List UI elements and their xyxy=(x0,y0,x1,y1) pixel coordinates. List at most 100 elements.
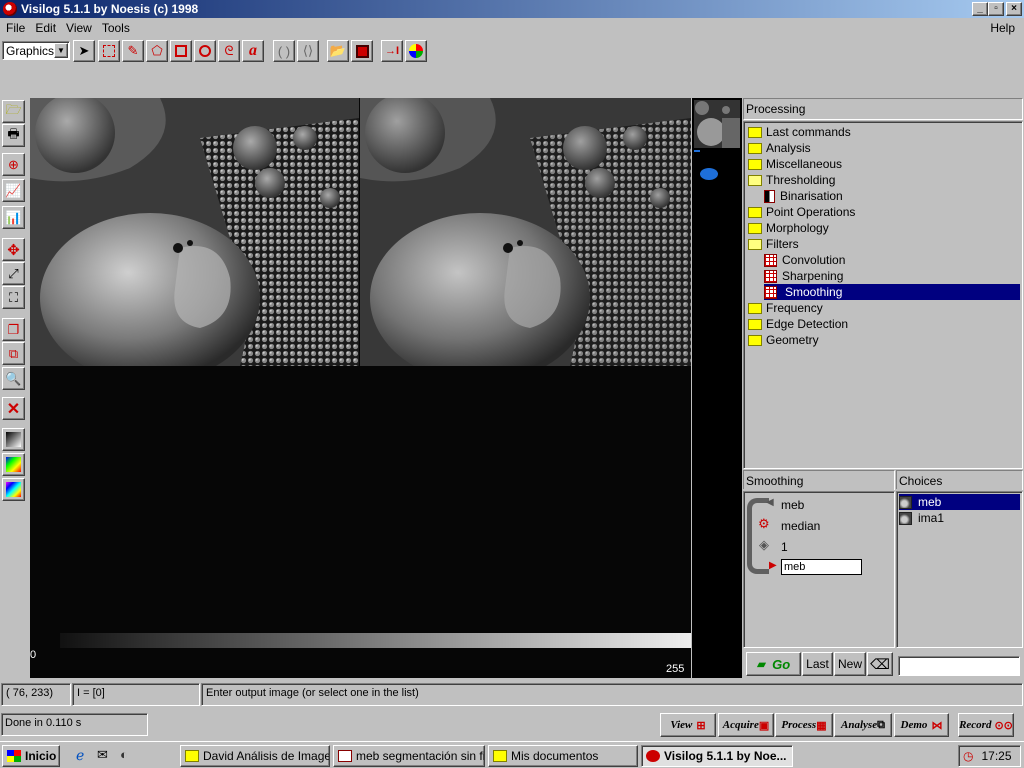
smoothed-image[interactable] xyxy=(360,98,691,366)
record-button[interactable]: Record ⊙⊙ xyxy=(958,713,1014,737)
tree-item-analysis[interactable]: Analysis xyxy=(748,140,811,156)
choices-list[interactable]: meb ima1 xyxy=(896,491,1023,648)
binarisation-icon xyxy=(764,189,775,203)
text-tool-button[interactable]: a xyxy=(242,40,264,62)
tree-item-thresholding[interactable]: Thresholding xyxy=(748,172,835,188)
tree-item-label: Filters xyxy=(766,237,799,251)
task-david[interactable]: David Análisis de Imagen xyxy=(180,745,330,767)
graphics-mode-select[interactable]: Graphics ▼ xyxy=(2,41,70,60)
new-button[interactable]: New xyxy=(834,652,866,676)
arrow-insert-icon: →I xyxy=(384,45,400,57)
rectangle-tool-button[interactable] xyxy=(170,40,192,62)
tree-item-geometry[interactable]: Geometry xyxy=(748,332,819,348)
profile-button[interactable]: 📈 xyxy=(2,179,25,202)
process-button[interactable]: Process ▦ xyxy=(775,713,833,737)
open-image-button[interactable]: 📂 xyxy=(327,40,349,62)
clock[interactable]: 17:25 xyxy=(981,749,1011,763)
target-button[interactable]: ⊕ xyxy=(2,153,25,176)
menu-help[interactable]: Help xyxy=(985,21,1020,35)
thumbnail-meb[interactable] xyxy=(694,100,740,148)
processing-tree[interactable]: Last commands Analysis Miscellaneous Thresh… xyxy=(743,121,1023,469)
tree-item-miscellaneous[interactable]: Miscellaneous xyxy=(748,156,842,172)
zoom-out-button[interactable]: ⟨⟩ xyxy=(297,40,319,62)
original-image[interactable] xyxy=(30,98,359,366)
task-visilog[interactable]: Visilog 5.1.1 by Noe... xyxy=(641,745,793,767)
tree-item-filters[interactable]: Filters xyxy=(748,236,799,252)
tree-item-sharpening[interactable]: Sharpening xyxy=(764,268,843,284)
outlook-icon[interactable]: ✉ xyxy=(97,747,108,763)
size-value[interactable]: 1 xyxy=(781,540,788,554)
tree-item-edge-detection[interactable]: Edge Detection xyxy=(748,316,848,332)
input-image-value[interactable]: meb xyxy=(781,498,804,512)
task-meb[interactable]: meb segmentación sin filt... xyxy=(333,745,485,767)
color-lut-button[interactable] xyxy=(2,453,25,476)
tile-button[interactable]: ⧉ xyxy=(2,342,25,365)
output-image-input[interactable]: meb xyxy=(781,559,862,575)
thumbnail-ima1[interactable] xyxy=(692,150,742,198)
color-palette-button[interactable] xyxy=(405,40,427,62)
tree-item-label: Smoothing xyxy=(782,285,846,299)
inspect-button[interactable]: 🔍 xyxy=(2,367,25,390)
rectangle-select-button[interactable] xyxy=(98,40,120,62)
menu-tools[interactable]: Tools xyxy=(97,21,135,35)
tree-item-frequency[interactable]: Frequency xyxy=(748,300,823,316)
zoom-in-button[interactable]: ( ) xyxy=(273,40,295,62)
close-button[interactable]: × xyxy=(1006,2,1022,16)
message-status: Enter output image (or select one in the… xyxy=(201,683,1023,706)
ie-icon[interactable]: ℯ xyxy=(76,747,84,764)
channels-icon[interactable]: ◐ xyxy=(120,747,128,762)
thumbnail-strip[interactable] xyxy=(692,98,742,678)
histogram-button[interactable]: 📊 xyxy=(2,206,25,229)
polygon-tool-button[interactable]: ⬠ xyxy=(146,40,168,62)
full-size-button[interactable]: ⛶ xyxy=(2,286,25,309)
go-button[interactable]: ▰ Go xyxy=(746,652,801,676)
acquire-button[interactable]: Acquire ▣ xyxy=(718,713,774,737)
start-button[interactable]: Inicio xyxy=(2,745,60,767)
tree-item-last-commands[interactable]: Last commands xyxy=(748,124,851,140)
view-mode-button[interactable]: View ⊞ xyxy=(660,713,716,737)
restore-button[interactable]: ▫ xyxy=(988,2,1004,16)
freehand-tool-button[interactable]: ᘓ xyxy=(218,40,240,62)
open-folder-icon: 🗁 xyxy=(5,101,22,117)
command-input[interactable] xyxy=(898,656,1020,676)
delete-button[interactable]: ✕ xyxy=(2,397,25,420)
menu-file[interactable]: File xyxy=(0,21,30,35)
analyse-button[interactable]: Analyse ⧉ xyxy=(834,713,892,737)
demo-button[interactable]: Demo ⋈ xyxy=(894,713,949,737)
fit-button[interactable]: ⤢ xyxy=(2,262,25,285)
ellipse-tool-button[interactable] xyxy=(194,40,216,62)
insert-button[interactable]: →I xyxy=(381,40,403,62)
scheduler-icon[interactable]: ◷ xyxy=(963,749,973,763)
erase-button[interactable]: ⌫ xyxy=(867,652,893,676)
menu-view[interactable]: View xyxy=(61,21,97,35)
move-button[interactable]: ✥ xyxy=(2,238,25,261)
pencil-tool-button[interactable]: ✎ xyxy=(122,40,144,62)
tree-item-label: Binarisation xyxy=(780,189,843,203)
method-value[interactable]: median xyxy=(781,519,820,533)
choice-item-meb[interactable]: meb xyxy=(899,494,1020,510)
chevron-down-icon[interactable]: ▼ xyxy=(54,43,68,58)
pseudo-color-button[interactable] xyxy=(2,478,25,501)
task-visilog-label: Visilog 5.1.1 by Noe... xyxy=(664,749,787,763)
tree-item-smoothing[interactable]: Smoothing xyxy=(764,284,1020,300)
tree-item-label: Thresholding xyxy=(766,173,836,187)
pointer-tool-button[interactable]: ➤ xyxy=(73,40,95,62)
print-button[interactable]: 🖶 xyxy=(2,124,25,147)
choice-item-ima1[interactable]: ima1 xyxy=(899,510,1020,526)
menu-edit[interactable]: Edit xyxy=(30,21,61,35)
duplicate-button[interactable]: ❐ xyxy=(2,318,25,341)
tree-item-point-operations[interactable]: Point Operations xyxy=(748,204,855,220)
image-thumbnail-icon xyxy=(899,495,912,509)
last-button[interactable]: Last xyxy=(802,652,833,676)
tree-item-label: Frequency xyxy=(766,301,823,315)
tree-item-convolution[interactable]: Convolution xyxy=(764,252,845,268)
minimize-button[interactable]: _ xyxy=(972,2,988,16)
tree-item-morphology[interactable]: Morphology xyxy=(748,220,829,236)
tree-item-binarisation[interactable]: Binarisation xyxy=(764,188,843,204)
open-button[interactable]: 🗁 xyxy=(2,100,25,123)
gray-lut-button[interactable] xyxy=(2,428,25,451)
task-mis-documentos[interactable]: Mis documentos xyxy=(488,745,638,767)
save-image-button[interactable] xyxy=(351,40,373,62)
image-display[interactable]: 0 255 xyxy=(30,98,691,678)
window-title: Visilog 5.1.1 by Noesis (c) 1998 xyxy=(21,2,199,16)
